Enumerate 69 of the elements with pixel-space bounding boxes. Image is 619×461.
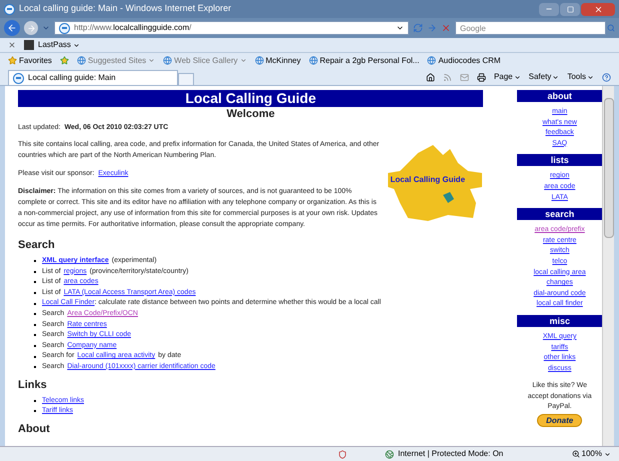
search-field[interactable]: Google xyxy=(455,21,606,35)
logo-text: Local Calling Guide xyxy=(390,174,466,185)
search-icon[interactable] xyxy=(607,24,615,32)
lastpass-menu[interactable]: LastPass xyxy=(38,39,80,51)
sidebar-heading: about xyxy=(517,90,602,102)
close-button[interactable] xyxy=(581,2,615,16)
page-icon xyxy=(59,22,70,34)
privacy-icon xyxy=(338,450,347,458)
forward-button[interactable] xyxy=(24,21,38,35)
favorite-link[interactable]: Suggested Sites xyxy=(76,54,156,66)
caret-icon xyxy=(514,74,521,80)
star-icon xyxy=(8,56,17,65)
sidebar-heading: search xyxy=(517,208,602,220)
page-icon xyxy=(13,72,24,84)
section-heading: Search xyxy=(18,238,56,252)
zoom-icon xyxy=(572,450,580,458)
command-menu[interactable]: Tools xyxy=(567,71,594,83)
command-menu[interactable]: Page xyxy=(494,71,521,83)
favorite-link[interactable]: McKinney xyxy=(254,54,301,66)
mail-button[interactable] xyxy=(460,72,469,82)
favorites-button[interactable]: Favorites xyxy=(8,54,52,66)
forward-arrow-icon xyxy=(26,24,36,32)
feeds-button[interactable] xyxy=(442,72,452,82)
print-button[interactable] xyxy=(476,72,486,82)
new-tab-button[interactable] xyxy=(178,73,194,85)
globe-icon xyxy=(427,56,436,65)
back-button[interactable] xyxy=(4,20,20,36)
globe-icon xyxy=(385,450,394,458)
maximize-button[interactable] xyxy=(560,2,580,16)
add-favorite-icon[interactable] xyxy=(60,56,69,65)
section-heading: Links xyxy=(18,378,48,392)
page-heading: Welcome xyxy=(226,107,276,122)
favorite-link[interactable]: Web Slice Gallery xyxy=(163,54,247,66)
minimize-button[interactable] xyxy=(539,2,559,16)
zoom-button[interactable]: 100% xyxy=(572,448,611,460)
favorite-link[interactable]: Repair a 2gb Personal Fol... xyxy=(308,54,420,66)
caret-icon xyxy=(604,450,611,458)
go-button[interactable] xyxy=(427,23,437,33)
browser-icon xyxy=(4,4,15,14)
browser-tab[interactable]: Local calling guide: Main xyxy=(8,70,178,85)
caret-icon xyxy=(552,74,560,80)
address-field[interactable]: http://www.localcallingguide.com/ xyxy=(54,21,409,35)
caret-icon xyxy=(72,42,80,48)
window-title: Local calling guide: Main - Windows Internet Explorer xyxy=(19,2,232,16)
site-banner: Local Calling Guide xyxy=(18,90,484,107)
globe-icon xyxy=(254,56,264,65)
sidebar-heading: misc xyxy=(517,314,602,327)
dropdown-icon xyxy=(396,24,404,32)
donate-button[interactable]: Donate xyxy=(537,414,582,428)
home-button[interactable] xyxy=(426,72,435,82)
close-icon xyxy=(594,4,602,14)
section-heading: About xyxy=(18,422,51,436)
help-button[interactable] xyxy=(602,72,611,82)
close-toolbar-button[interactable] xyxy=(8,41,16,49)
globe-icon xyxy=(76,56,86,65)
caret-icon xyxy=(587,74,594,80)
maximize-icon xyxy=(566,6,574,12)
sidebar-heading: lists xyxy=(517,154,602,166)
security-zone: Internet | Protected Mode: On xyxy=(398,448,504,460)
dropdown-icon xyxy=(42,24,50,32)
caret-icon xyxy=(148,57,156,64)
refresh-button[interactable] xyxy=(413,23,423,33)
back-arrow-icon xyxy=(7,23,17,33)
stop-button[interactable] xyxy=(441,23,451,33)
caret-icon xyxy=(240,57,247,64)
globe-icon xyxy=(308,56,318,65)
globe-icon xyxy=(163,56,172,65)
favorite-link[interactable]: Audiocodes CRM xyxy=(427,54,501,66)
command-menu[interactable]: Safety xyxy=(528,71,560,83)
